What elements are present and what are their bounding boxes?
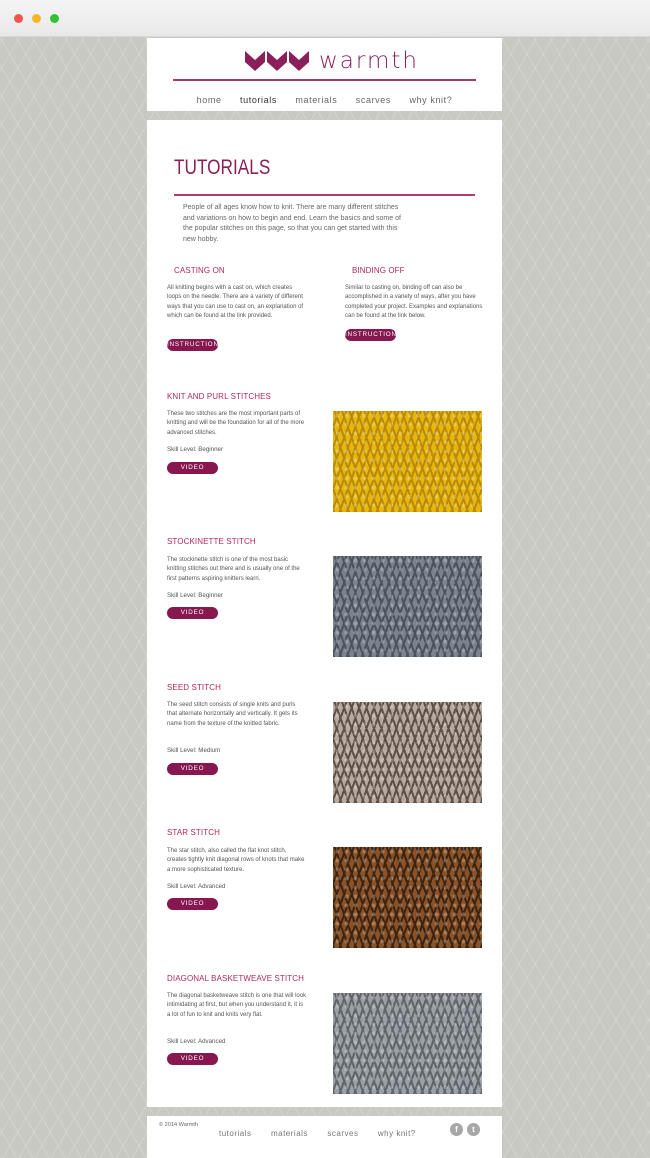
minimize-window-dot[interactable] bbox=[32, 14, 41, 23]
facebook-icon[interactable]: f bbox=[450, 1123, 463, 1136]
skill-level-knit-purl: Skill Level: Beginner bbox=[167, 446, 224, 453]
stitch-text-knit-purl: These two stitches are the most importan… bbox=[167, 411, 305, 436]
stitch-heading-seed: SEED STITCH bbox=[167, 683, 221, 692]
close-window-dot[interactable] bbox=[14, 14, 23, 23]
browser-chrome bbox=[0, 0, 650, 37]
casting-on-text: All knitting begins with a cast on, whic… bbox=[167, 285, 304, 319]
binding-off-heading: BINDING OFF bbox=[352, 266, 405, 275]
casting-on-instructions-button[interactable]: INSTRUCTIONS bbox=[167, 339, 223, 351]
nav-item-why-knit[interactable]: why knit? bbox=[409, 95, 452, 105]
video-button-knit-purl[interactable]: VIDEO bbox=[167, 462, 218, 474]
video-button-stockinette[interactable]: VIDEO bbox=[167, 607, 218, 619]
nav-item-tutorials[interactable]: tutorials bbox=[240, 95, 277, 105]
swatch-image-knit-purl bbox=[333, 411, 482, 512]
brand-name[interactable]: warmth bbox=[319, 48, 419, 74]
video-button-star[interactable]: VIDEO bbox=[167, 898, 218, 910]
stitch-heading-stockinette: STOCKINETTE STITCH bbox=[167, 537, 256, 546]
swatch-image-diagonal-basketweave bbox=[333, 993, 482, 1094]
skill-level-diagonal-basketweave: Skill Level: Advanced bbox=[167, 1038, 226, 1045]
swatch-image-star bbox=[333, 847, 482, 948]
footer-nav: tutorials materials scarves why knit? bbox=[219, 1123, 431, 1141]
stitch-heading-knit-purl: KNIT AND PURL STITCHES bbox=[167, 392, 271, 401]
footer-nav-tutorials[interactable]: tutorials bbox=[219, 1129, 252, 1138]
skill-level-stockinette: Skill Level: Beginner bbox=[167, 592, 224, 599]
stitch-heading-diagonal-basketweave: DIAGONAL BASKETWEAVE STITCH bbox=[167, 974, 304, 983]
main-nav: home tutorials materials scarves why kni… bbox=[147, 90, 502, 108]
footer-nav-why-knit[interactable]: why knit? bbox=[378, 1129, 416, 1138]
stitch-text-stockinette: The stockinette stitch is one of the mos… bbox=[167, 557, 300, 582]
title-divider bbox=[174, 194, 475, 196]
page-title: TUTORIALS bbox=[174, 156, 271, 179]
intro-text: People of all ages know how to knit. The… bbox=[183, 204, 401, 243]
twitter-icon[interactable]: t bbox=[467, 1123, 480, 1136]
binding-off-text: Similar to casting on, binding off can a… bbox=[345, 285, 483, 319]
binding-off-instructions-button[interactable]: INSTRUCTIONS bbox=[345, 329, 401, 341]
stitch-heading-star: STAR STITCH bbox=[167, 828, 220, 837]
stitch-text-diagonal-basketweave: The diagonal basketweave stitch is one t… bbox=[167, 993, 307, 1018]
copyright-text: © 2014 Warmth bbox=[159, 1122, 199, 1128]
logo-mark-icon[interactable] bbox=[245, 51, 311, 73]
video-button-diagonal-basketweave[interactable]: VIDEO bbox=[167, 1053, 218, 1065]
swatch-image-seed bbox=[333, 702, 482, 803]
skill-level-seed: Skill Level: Medium bbox=[167, 747, 221, 754]
header-divider bbox=[173, 79, 476, 81]
casting-on-heading: CASTING ON bbox=[174, 266, 225, 275]
nav-item-scarves[interactable]: scarves bbox=[356, 95, 391, 105]
footer-nav-materials[interactable]: materials bbox=[271, 1129, 308, 1138]
maximize-window-dot[interactable] bbox=[50, 14, 59, 23]
site-footer: © 2014 Warmth tutorials materials scarve… bbox=[147, 1116, 502, 1158]
skill-level-star: Skill Level: Advanced bbox=[167, 883, 226, 890]
video-button-seed[interactable]: VIDEO bbox=[167, 763, 218, 775]
footer-nav-scarves[interactable]: scarves bbox=[327, 1129, 358, 1138]
main-content: TUTORIALS People of all ages know how to… bbox=[147, 120, 502, 1107]
swatch-image-stockinette bbox=[333, 556, 482, 657]
stitch-text-seed: The seed stitch consists of single knits… bbox=[167, 702, 298, 727]
nav-item-materials[interactable]: materials bbox=[295, 95, 337, 105]
site-header: warmth home tutorials materials scarves … bbox=[147, 38, 502, 111]
stitch-text-star: The star stitch, also called the flat kn… bbox=[167, 848, 305, 873]
nav-item-home[interactable]: home bbox=[197, 95, 222, 105]
